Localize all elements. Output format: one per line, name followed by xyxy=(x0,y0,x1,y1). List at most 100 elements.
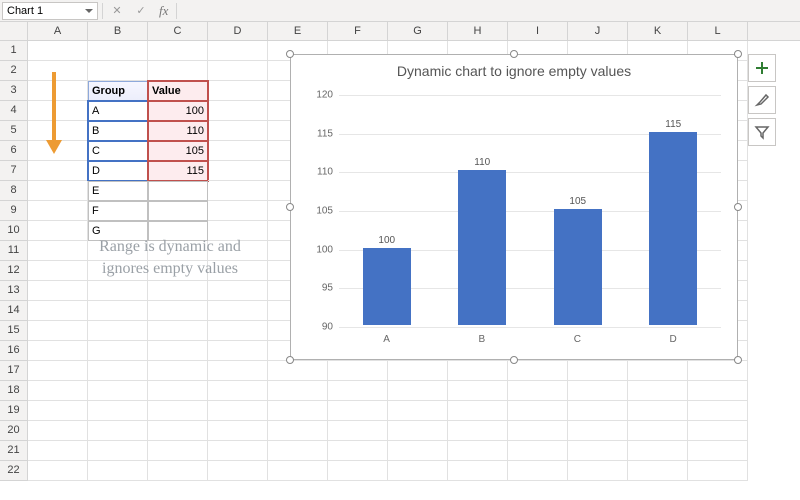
cell[interactable] xyxy=(568,381,628,401)
cell[interactable] xyxy=(148,201,208,221)
cell[interactable] xyxy=(148,281,208,301)
cell[interactable] xyxy=(28,461,88,481)
chevron-down-icon[interactable] xyxy=(85,9,93,13)
cell[interactable] xyxy=(388,421,448,441)
cell[interactable]: 110 xyxy=(148,121,208,141)
resize-handle[interactable] xyxy=(510,356,518,364)
cell[interactable] xyxy=(208,101,268,121)
chart-plot-area[interactable]: 9095100105110115120100110105115 xyxy=(339,95,721,325)
cell[interactable]: E xyxy=(88,181,148,201)
cell[interactable] xyxy=(88,461,148,481)
cell[interactable] xyxy=(388,441,448,461)
cell[interactable] xyxy=(628,441,688,461)
cell[interactable]: C xyxy=(88,141,148,161)
column-header[interactable]: F xyxy=(328,22,388,40)
row-header[interactable]: 4 xyxy=(0,101,28,121)
cell[interactable] xyxy=(328,441,388,461)
cell[interactable] xyxy=(88,321,148,341)
column-header[interactable]: I xyxy=(508,22,568,40)
column-header[interactable]: G xyxy=(388,22,448,40)
resize-handle[interactable] xyxy=(734,356,742,364)
cell[interactable] xyxy=(448,361,508,381)
chart-bar[interactable] xyxy=(363,248,411,325)
resize-handle[interactable] xyxy=(286,203,294,211)
cell[interactable] xyxy=(448,421,508,441)
cell[interactable]: F xyxy=(88,201,148,221)
cell[interactable] xyxy=(88,441,148,461)
cell[interactable] xyxy=(28,261,88,281)
cell[interactable] xyxy=(328,361,388,381)
cell[interactable] xyxy=(508,421,568,441)
cell[interactable] xyxy=(88,301,148,321)
row-header[interactable]: 22 xyxy=(0,461,28,481)
chart-bar[interactable] xyxy=(649,132,697,325)
cell[interactable] xyxy=(388,361,448,381)
cell[interactable] xyxy=(208,61,268,81)
cell[interactable]: A xyxy=(88,101,148,121)
cell[interactable] xyxy=(88,41,148,61)
cell[interactable] xyxy=(148,341,208,361)
cell[interactable]: Group xyxy=(88,81,148,101)
cancel-icon[interactable]: ✕ xyxy=(107,2,127,20)
cell[interactable] xyxy=(448,401,508,421)
cell[interactable] xyxy=(208,141,268,161)
cell[interactable] xyxy=(268,461,328,481)
resize-handle[interactable] xyxy=(286,356,294,364)
row-header[interactable]: 9 xyxy=(0,201,28,221)
column-header[interactable]: A xyxy=(28,22,88,40)
name-box[interactable]: Chart 1 xyxy=(2,2,98,20)
row-header[interactable]: 12 xyxy=(0,261,28,281)
cell[interactable] xyxy=(208,181,268,201)
chart-title[interactable]: Dynamic chart to ignore empty values xyxy=(291,55,737,83)
cell[interactable] xyxy=(568,461,628,481)
cell[interactable] xyxy=(208,301,268,321)
resize-handle[interactable] xyxy=(734,50,742,58)
cell[interactable]: 100 xyxy=(148,101,208,121)
column-header[interactable]: B xyxy=(88,22,148,40)
column-header[interactable]: L xyxy=(688,22,748,40)
cell[interactable] xyxy=(628,401,688,421)
cell[interactable] xyxy=(388,401,448,421)
cell[interactable]: 105 xyxy=(148,141,208,161)
column-header[interactable]: K xyxy=(628,22,688,40)
cell[interactable] xyxy=(508,381,568,401)
cell[interactable] xyxy=(328,401,388,421)
row-header[interactable]: 8 xyxy=(0,181,28,201)
cell[interactable] xyxy=(628,381,688,401)
cell[interactable] xyxy=(688,401,748,421)
cell[interactable] xyxy=(88,401,148,421)
cell[interactable] xyxy=(208,41,268,61)
cell[interactable] xyxy=(88,341,148,361)
cell[interactable] xyxy=(268,441,328,461)
cell[interactable] xyxy=(688,361,748,381)
column-header[interactable]: E xyxy=(268,22,328,40)
cell[interactable] xyxy=(28,321,88,341)
row-header[interactable]: 1 xyxy=(0,41,28,61)
row-header[interactable]: 17 xyxy=(0,361,28,381)
cell[interactable] xyxy=(628,421,688,441)
column-header[interactable]: C xyxy=(148,22,208,40)
cell[interactable] xyxy=(88,61,148,81)
cell[interactable]: D xyxy=(88,161,148,181)
cell[interactable] xyxy=(268,401,328,421)
chart-object[interactable]: Dynamic chart to ignore empty values 909… xyxy=(290,54,738,360)
row-header[interactable]: 21 xyxy=(0,441,28,461)
cell[interactable] xyxy=(208,81,268,101)
cell[interactable] xyxy=(268,361,328,381)
cell[interactable] xyxy=(208,361,268,381)
cell[interactable] xyxy=(148,421,208,441)
cell[interactable] xyxy=(88,281,148,301)
confirm-icon[interactable]: ✓ xyxy=(131,2,151,20)
cell[interactable] xyxy=(208,341,268,361)
cell[interactable] xyxy=(328,461,388,481)
cell[interactable] xyxy=(28,361,88,381)
cell[interactable]: B xyxy=(88,121,148,141)
cell[interactable] xyxy=(208,381,268,401)
row-header[interactable]: 3 xyxy=(0,81,28,101)
cell[interactable] xyxy=(28,281,88,301)
cell[interactable] xyxy=(28,241,88,261)
cell[interactable] xyxy=(268,381,328,401)
cell[interactable] xyxy=(328,421,388,441)
cell[interactable] xyxy=(148,441,208,461)
cell[interactable] xyxy=(28,161,88,181)
